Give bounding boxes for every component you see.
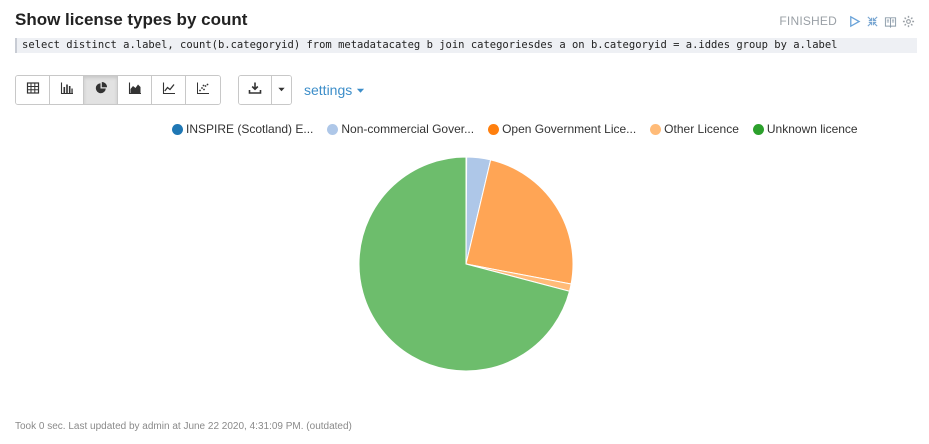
pie-chart (358, 156, 574, 372)
paragraph-footer: Took 0 sec. Last updated by admin at Jun… (15, 421, 352, 432)
